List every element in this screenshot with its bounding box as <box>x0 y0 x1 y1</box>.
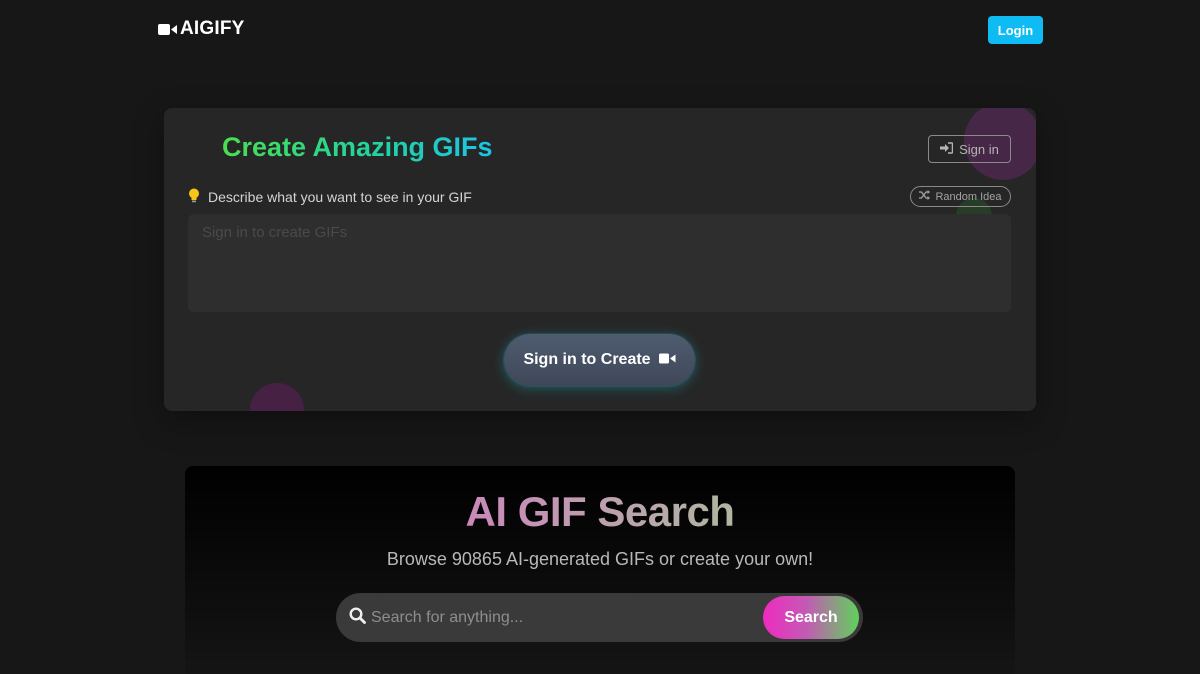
random-idea-button[interactable]: Random Idea <box>910 186 1011 207</box>
video-camera-icon <box>158 23 178 36</box>
logo-text: AIGIFY <box>180 18 245 39</box>
sign-in-label: Sign in <box>959 141 999 157</box>
sign-in-icon <box>940 141 954 157</box>
search-title: AI GIF Search <box>185 488 1015 536</box>
lightbulb-icon <box>188 188 200 206</box>
prompt-label: Describe what you want to see in your GI… <box>188 188 472 206</box>
create-gif-card: Create Amazing GIFs Sign in Describe wha… <box>164 108 1036 411</box>
prompt-label-text: Describe what you want to see in your GI… <box>208 189 472 205</box>
create-button-label: Sign in to Create <box>523 351 651 368</box>
prompt-input[interactable] <box>188 214 1011 312</box>
sign-in-button[interactable]: Sign in <box>928 135 1011 163</box>
decorative-blob <box>250 383 304 411</box>
random-idea-label: Random Idea <box>935 190 1002 203</box>
sign-in-to-create-button[interactable]: Sign in to Create <box>504 334 695 386</box>
page: AIGIFY Login Create Amazing GIFs Sign in <box>0 0 1200 674</box>
login-button[interactable]: Login <box>988 16 1043 44</box>
video-camera-icon <box>658 351 676 369</box>
logo[interactable]: AIGIFY <box>158 18 245 40</box>
create-title: Create Amazing GIFs <box>222 132 493 162</box>
gif-search-section: AI GIF Search Browse 90865 AI-generated … <box>185 466 1015 674</box>
shuffle-icon <box>919 190 931 203</box>
search-bar: Search <box>336 593 863 642</box>
search-input[interactable] <box>371 593 761 642</box>
search-button[interactable]: Search <box>763 596 859 639</box>
search-icon <box>349 607 366 629</box>
search-subtitle: Browse 90865 AI-generated GIFs or create… <box>386 549 814 569</box>
